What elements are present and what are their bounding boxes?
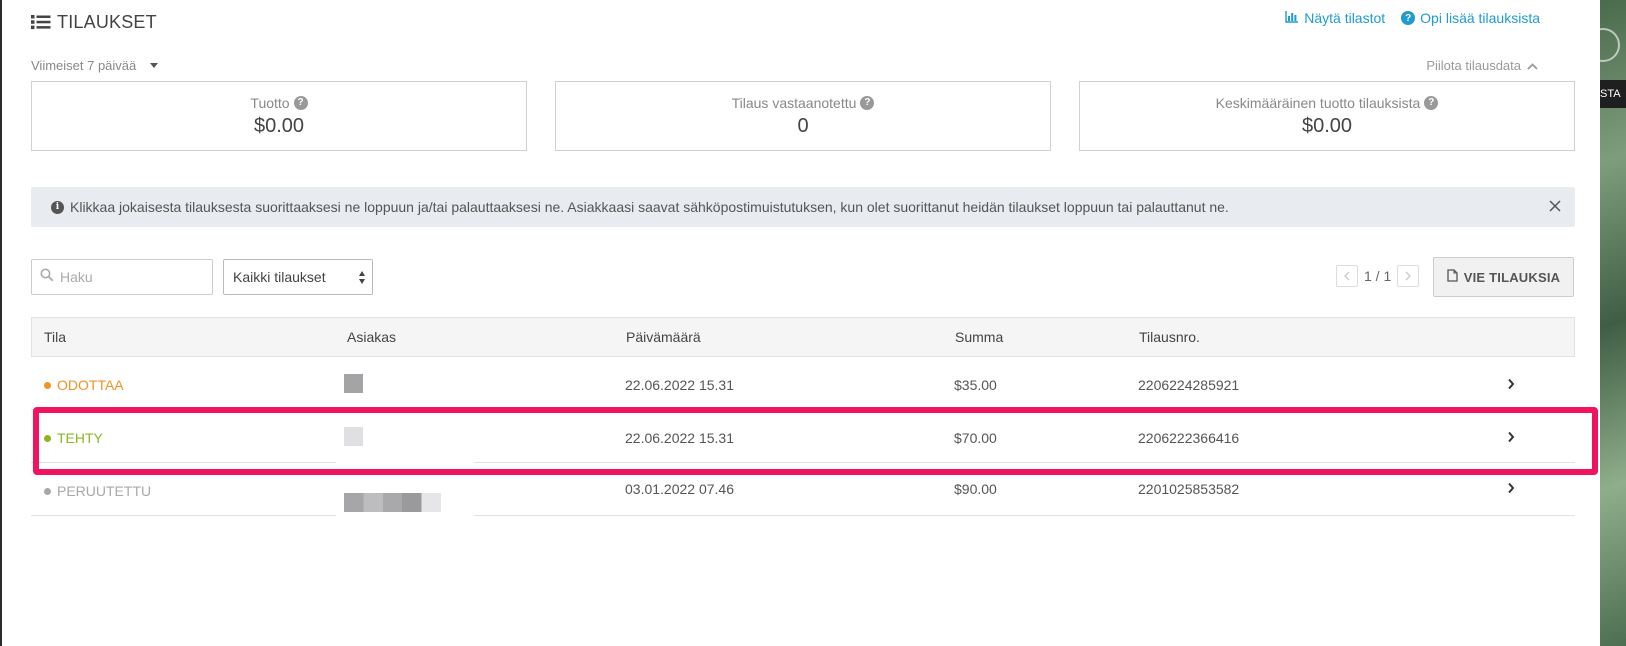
order-filter-value: Kaikki tilaukset xyxy=(233,269,326,285)
stat-revenue-label: Tuotto xyxy=(250,94,290,111)
question-circle-icon: ? xyxy=(1401,11,1416,25)
stat-average-value: $0.00 xyxy=(1301,114,1353,137)
stat-average-label-row: Keskimääräinen tuotto tilauksista ? xyxy=(1216,95,1439,111)
stat-revenue: Tuotto ? $0.00 xyxy=(31,81,527,151)
help-icon[interactable]: ? xyxy=(860,95,875,110)
column-header-status[interactable]: Tila xyxy=(44,329,66,345)
status-dot xyxy=(44,381,51,389)
orders-table: Tila Asiakas Päivämäärä Summa Tilausnro.… xyxy=(31,317,1575,516)
search-icon xyxy=(40,268,54,287)
order-number: 2201025853582 xyxy=(1138,481,1240,497)
side-label: STA xyxy=(1600,80,1626,108)
search-field xyxy=(31,259,213,295)
background-strip: STA xyxy=(1586,0,1626,646)
customer-avatar xyxy=(344,427,363,446)
date-range-dropdown[interactable]: Viimeiset 7 päivää xyxy=(31,58,159,73)
next-page-button[interactable] xyxy=(1397,265,1420,287)
status-text: TEHTY xyxy=(57,430,103,446)
info-banner-text: Klikkaa jokaisesta tilauksesta suorittaa… xyxy=(70,199,1229,215)
stat-average-label: Keskimääräinen tuotto tilauksista xyxy=(1215,94,1421,111)
prev-page-button[interactable] xyxy=(1336,265,1358,287)
stat-orders-label-row: Tilaus vastaanotettu ? xyxy=(732,95,875,111)
stat-revenue-value: $0.00 xyxy=(253,114,305,137)
status-dot xyxy=(44,487,51,495)
order-number: 2206222366416 xyxy=(1138,430,1240,446)
learn-more-link[interactable]: ? Opi lisää tilauksista xyxy=(1401,10,1540,26)
date-range-label: Viimeiset 7 päivää xyxy=(31,58,137,73)
stat-revenue-label-row: Tuotto ? xyxy=(250,94,308,111)
help-icon[interactable]: ? xyxy=(1424,95,1439,110)
select-arrows-icon xyxy=(359,271,365,284)
stat-orders-received: Tilaus vastaanotettu ? 0 xyxy=(555,81,1051,151)
help-icon[interactable]: ? xyxy=(293,95,308,110)
bar-chart-icon xyxy=(1285,10,1299,26)
status-text: ODOTTAA xyxy=(57,377,124,393)
table-row[interactable]: PERUUTETTU 03.01.2022 07.46 $90.00 22010… xyxy=(31,463,1575,516)
column-header-sum[interactable]: Summa xyxy=(955,329,1003,345)
stat-orders-value: 0 xyxy=(797,114,809,137)
page-title-text: TILAUKSET xyxy=(57,11,157,32)
customer-avatar xyxy=(344,493,441,512)
ring-decoration xyxy=(1586,28,1620,62)
chevron-right-icon[interactable] xyxy=(1507,430,1515,446)
page-title: TILAUKSET xyxy=(31,10,157,34)
column-header-customer[interactable]: Asiakas xyxy=(347,329,396,345)
order-date: 03.01.2022 07.46 xyxy=(625,481,734,497)
row-divider xyxy=(31,515,336,516)
stat-average-revenue: Keskimääräinen tuotto tilauksista ? $0.0… xyxy=(1079,81,1575,151)
hide-order-data-toggle[interactable]: Piilota tilausdata xyxy=(1426,58,1538,73)
chevron-right-icon[interactable] xyxy=(1507,481,1515,497)
table-header: Tila Asiakas Päivämäärä Summa Tilausnro. xyxy=(31,317,1575,357)
show-stats-link[interactable]: Näytä tilastot xyxy=(1285,10,1385,26)
order-date: 22.06.2022 15.31 xyxy=(625,377,734,393)
file-icon xyxy=(1447,269,1458,285)
table-row[interactable]: ODOTTAA 22.06.2022 15.31 $35.00 22062242… xyxy=(31,357,1575,410)
status-badge: TEHTY xyxy=(44,430,103,446)
status-dot xyxy=(44,434,51,442)
close-icon[interactable] xyxy=(1547,198,1563,214)
caret-down-icon xyxy=(150,63,159,68)
export-orders-label: VIE TILAUKSIA xyxy=(1463,269,1561,285)
list-icon xyxy=(31,14,51,30)
column-header-date[interactable]: Päivämäärä xyxy=(626,329,701,345)
header-links: Näytä tilastot ? Opi lisää tilauksista xyxy=(1285,10,1540,26)
column-header-order-number[interactable]: Tilausnro. xyxy=(1139,329,1200,345)
info-banner: i Klikkaa jokaisesta tilauksesta suoritt… xyxy=(31,187,1575,227)
chevron-right-icon[interactable] xyxy=(1507,377,1515,393)
order-date: 22.06.2022 15.31 xyxy=(625,430,734,446)
stat-orders-label: Tilaus vastaanotettu xyxy=(731,94,857,111)
status-text: PERUUTETTU xyxy=(57,483,152,499)
status-badge: PERUUTETTU xyxy=(44,483,151,499)
order-sum: $90.00 xyxy=(954,481,997,497)
order-sum: $35.00 xyxy=(954,377,997,393)
export-orders-button[interactable]: VIE TILAUKSIA xyxy=(1433,257,1574,297)
order-sum: $70.00 xyxy=(954,430,997,446)
hide-order-data-label: Piilota tilausdata xyxy=(1426,58,1521,73)
table-row[interactable]: TEHTY 22.06.2022 15.31 $70.00 2206222366… xyxy=(31,410,1575,463)
chevron-up-icon xyxy=(1527,58,1538,73)
customer-avatar xyxy=(344,374,363,393)
learn-more-label: Opi lisää tilauksista xyxy=(1420,10,1540,26)
search-input[interactable] xyxy=(60,269,200,285)
info-icon: i xyxy=(51,200,64,214)
row-divider xyxy=(474,515,1575,516)
order-number: 2206224285921 xyxy=(1138,377,1240,393)
stats-row: Tuotto ? $0.00 Tilaus vastaanotettu ? 0 … xyxy=(31,81,1575,151)
page-indicator: 1 / 1 xyxy=(1364,268,1392,284)
order-filter-select[interactable]: Kaikki tilaukset xyxy=(223,259,373,295)
show-stats-label: Näytä tilastot xyxy=(1304,10,1386,26)
status-badge: ODOTTAA xyxy=(44,377,124,393)
pagination: 1 / 1 xyxy=(1336,265,1420,287)
orders-panel: TILAUKSET Näytä tilastot ? Opi lisää til… xyxy=(2,0,1600,646)
